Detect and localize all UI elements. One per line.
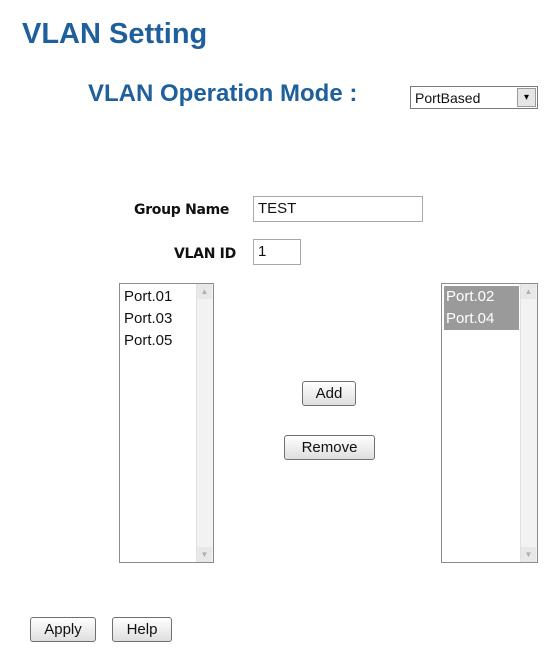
scroll-up-icon[interactable]: ▲ [521,284,536,299]
remove-button[interactable]: Remove [284,435,375,460]
scrollbar[interactable]: ▲ ▼ [196,284,213,562]
list-item[interactable]: Port.03 [122,308,195,330]
vlan-id-label: VLAN ID [174,246,236,262]
list-item[interactable]: Port.01 [122,286,195,308]
vlan-operation-mode-value: PortBased [415,89,481,106]
chevron-down-icon[interactable]: ▾ [517,88,536,107]
vlan-operation-mode-label: VLAN Operation Mode : [88,80,358,107]
list-item[interactable]: Port.04 [444,308,519,330]
group-name-label: Group Name [134,202,230,218]
apply-button[interactable]: Apply [30,617,96,642]
list-item[interactable]: Port.05 [122,330,195,352]
scroll-up-icon[interactable]: ▲ [197,284,212,299]
page-title: VLAN Setting [22,18,208,50]
list-item[interactable]: Port.02 [444,286,519,308]
add-button[interactable]: Add [302,381,356,406]
scrollbar[interactable]: ▲ ▼ [520,284,537,562]
scroll-down-icon[interactable]: ▼ [521,547,536,562]
help-button[interactable]: Help [112,617,172,642]
group-name-field[interactable]: TEST [253,196,423,222]
available-ports-list[interactable]: Port.01 Port.03 Port.05 ▲ ▼ [119,283,214,563]
vlan-id-field[interactable]: 1 [253,239,301,265]
vlan-operation-mode-select[interactable]: PortBased ▾ [410,86,538,109]
member-ports-list[interactable]: Port.02 Port.04 ▲ ▼ [441,283,538,563]
scroll-down-icon[interactable]: ▼ [197,547,212,562]
